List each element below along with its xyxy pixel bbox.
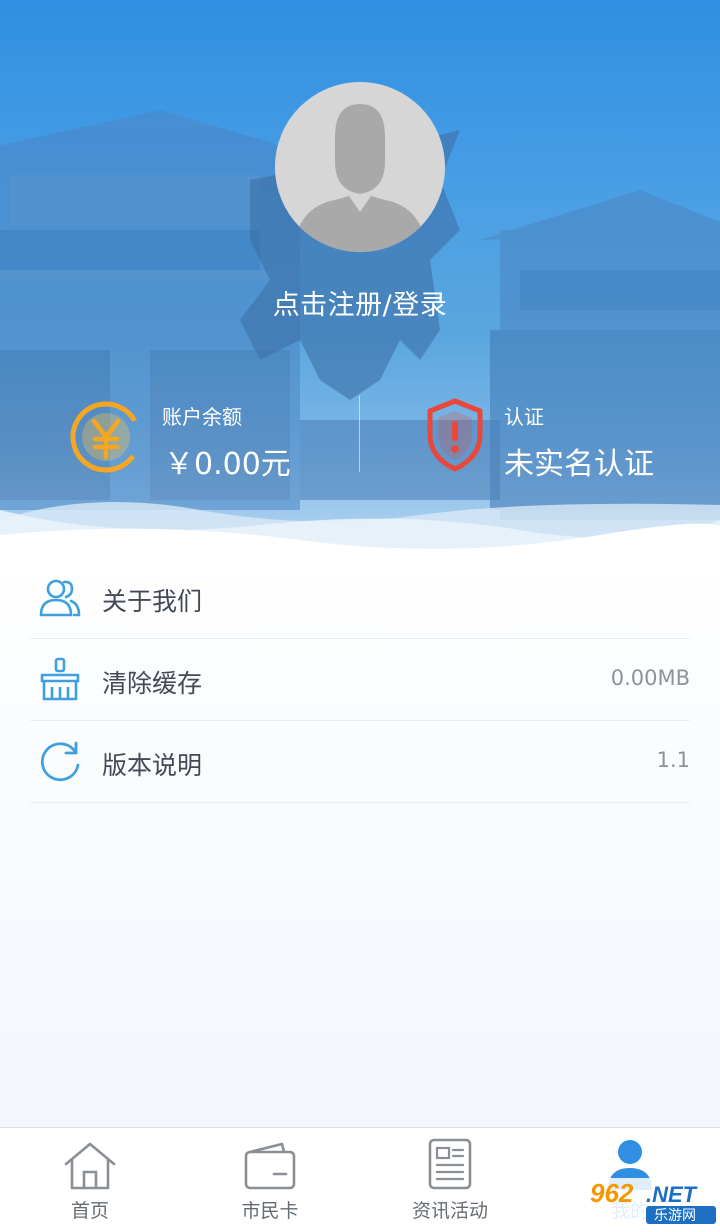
tab-label: 首页 [70,1200,109,1222]
menu-item-about-us[interactable]: 关于我们 [30,556,690,639]
tab-news-events[interactable]: 资讯活动 [360,1128,540,1229]
broom-icon [40,657,80,701]
menu-item-label: 版本说明 [102,751,203,780]
cache-size: 0.00MB [610,666,690,690]
verification-label: 认证 [504,405,544,429]
tab-label: 资讯活动 [411,1200,488,1222]
balance-value: ￥0.00元 [164,447,291,482]
menu-item-clear-cache[interactable]: 清除缓存 0.00MB [30,638,690,721]
tab-label: 市民卡 [241,1200,299,1222]
wave-decoration [0,502,720,560]
tab-citizen-card[interactable]: 市民卡 [180,1128,360,1229]
tab-home[interactable]: 首页 [0,1128,180,1229]
login-register-link[interactable]: 点击注册/登录 [0,283,720,322]
stats-divider [359,396,360,472]
card-icon [244,1142,296,1190]
refresh-icon [40,741,80,782]
users-icon [39,579,81,617]
settings-list: 关于我们 清除缓存 0.00MB 版本说明 1.1 [0,552,720,1127]
avatar[interactable] [275,82,445,252]
profile-header: 点击注册/登录 账户余额 ￥0.00元 认证 未实名认证 [0,0,720,560]
news-icon [428,1138,472,1190]
menu-item-version-info[interactable]: 版本说明 1.1 [30,720,690,803]
watermark-graphic: 962 .NET 乐游网 [584,1178,718,1226]
verification-stat[interactable]: 认证 未实名认证 [420,395,710,485]
watermark-logo: 962 .NET 乐游网 [582,1172,720,1228]
version-number: 1.1 [656,748,690,772]
balance-stat[interactable]: 账户余额 ￥0.00元 [68,395,358,485]
default-avatar-icon [275,82,445,252]
svg-text:.NET: .NET [646,1182,698,1207]
svg-text:乐游网: 乐游网 [654,1208,696,1224]
menu-item-label: 清除缓存 [102,669,203,698]
verification-value: 未实名认证 [504,447,654,482]
shield-alert-icon [427,398,483,472]
yen-coin-icon [70,401,142,473]
balance-label: 账户余额 [162,405,242,429]
menu-item-label: 关于我们 [102,587,203,616]
svg-text:962: 962 [590,1178,634,1208]
home-icon [64,1142,116,1190]
